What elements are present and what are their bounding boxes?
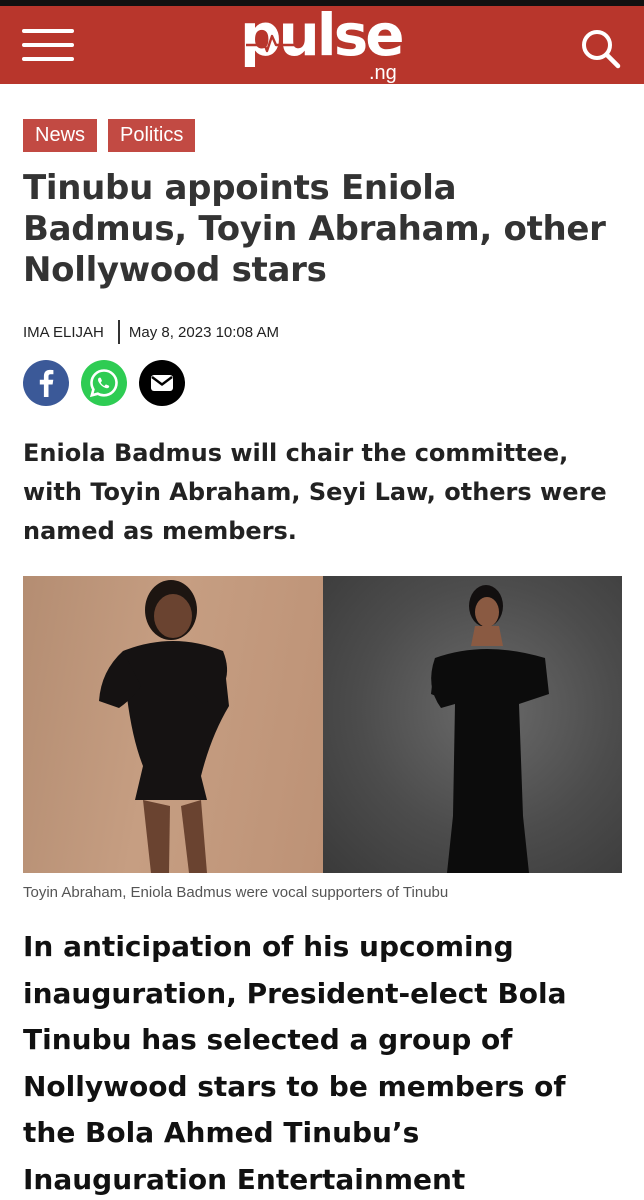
photo-toyin-abraham — [323, 576, 622, 873]
byline: IMA ELIJAH May 8, 2023 10:08 AM — [23, 320, 279, 344]
article-body: In anticipation of his upcoming inaugura… — [23, 930, 567, 1196]
byline-divider — [117, 320, 120, 344]
category-tags: News Politics — [23, 119, 196, 152]
pulse-line-icon — [246, 34, 294, 53]
logo-tld: .ng — [369, 62, 397, 84]
publish-date: May 8, 2023 10:08 AM — [128, 323, 279, 341]
hamburger-menu-icon[interactable] — [22, 26, 76, 64]
share-buttons — [23, 360, 185, 406]
facebook-icon[interactable] — [23, 360, 69, 406]
photo-eniola-badmus — [23, 576, 323, 873]
article-image[interactable] — [23, 576, 622, 873]
whatsapp-icon[interactable] — [81, 360, 127, 406]
email-icon[interactable] — [139, 360, 185, 406]
search-icon[interactable] — [578, 26, 622, 70]
site-header: pulse .ng — [0, 6, 644, 84]
tag-news[interactable]: News — [23, 119, 98, 152]
tag-politics[interactable]: Politics — [108, 119, 196, 152]
author-name[interactable]: IMA ELIJAH — [23, 324, 104, 341]
site-logo[interactable]: pulse .ng — [240, 6, 410, 84]
image-caption: Toyin Abraham, Eniola Badmus were vocal … — [23, 884, 449, 901]
article-lede: Eniola Badmus will chair the committee, … — [23, 439, 607, 545]
article-title: Tinubu appoints Eniola Badmus, Toyin Abr… — [23, 168, 606, 290]
